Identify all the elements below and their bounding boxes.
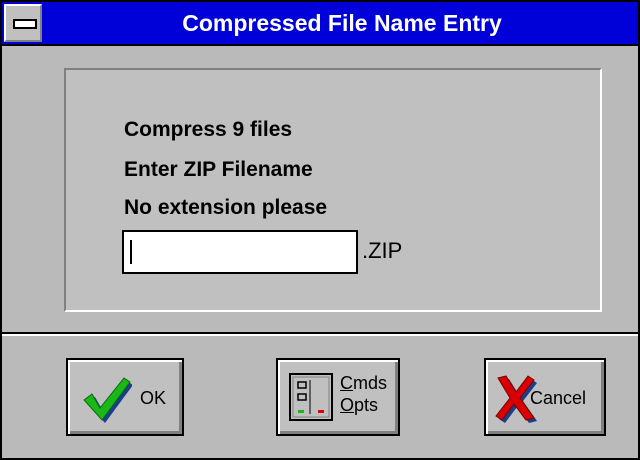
- ok-button[interactable]: OK: [66, 358, 184, 436]
- ok-label: OK: [140, 388, 167, 408]
- zip-extension-label: .ZIP: [362, 238, 403, 263]
- text-caret: [130, 240, 132, 264]
- cancel-label: Cancel: [530, 388, 587, 408]
- opts-label-rest: pts: [354, 395, 379, 415]
- window-title: Compressed File Name Entry: [182, 10, 502, 36]
- cmds-opts-label: Cmds Opts: [340, 372, 387, 416]
- opts-accelerator: O: [340, 395, 355, 415]
- green-checkmark-icon: [83, 377, 132, 423]
- extension-note-text: No extension please: [124, 196, 328, 219]
- cmds-label-rest: mds: [353, 373, 388, 393]
- cmds-label-line: Cmds: [340, 372, 387, 394]
- title-bar: Compressed File Name Entry: [2, 2, 638, 46]
- instruction-text: Enter ZIP Filename: [124, 158, 313, 181]
- zip-filename-input[interactable]: [122, 230, 358, 274]
- cmds-accelerator: C: [340, 373, 353, 393]
- opts-label-line: Opts: [340, 394, 387, 416]
- cmds-opts-button[interactable]: Cmds Opts: [276, 358, 400, 436]
- button-divider-highlight: [2, 334, 638, 336]
- system-menu-icon[interactable]: [4, 4, 42, 42]
- cancel-button[interactable]: Cancel: [484, 358, 606, 436]
- file-count-text: Compress 9 files: [124, 118, 293, 141]
- panel-options-icon: [289, 373, 333, 421]
- message-panel: Compress 9 files Enter ZIP Filename No e…: [64, 68, 602, 312]
- dialog-window: Compressed File Name Entry Compress 9 fi…: [0, 0, 640, 460]
